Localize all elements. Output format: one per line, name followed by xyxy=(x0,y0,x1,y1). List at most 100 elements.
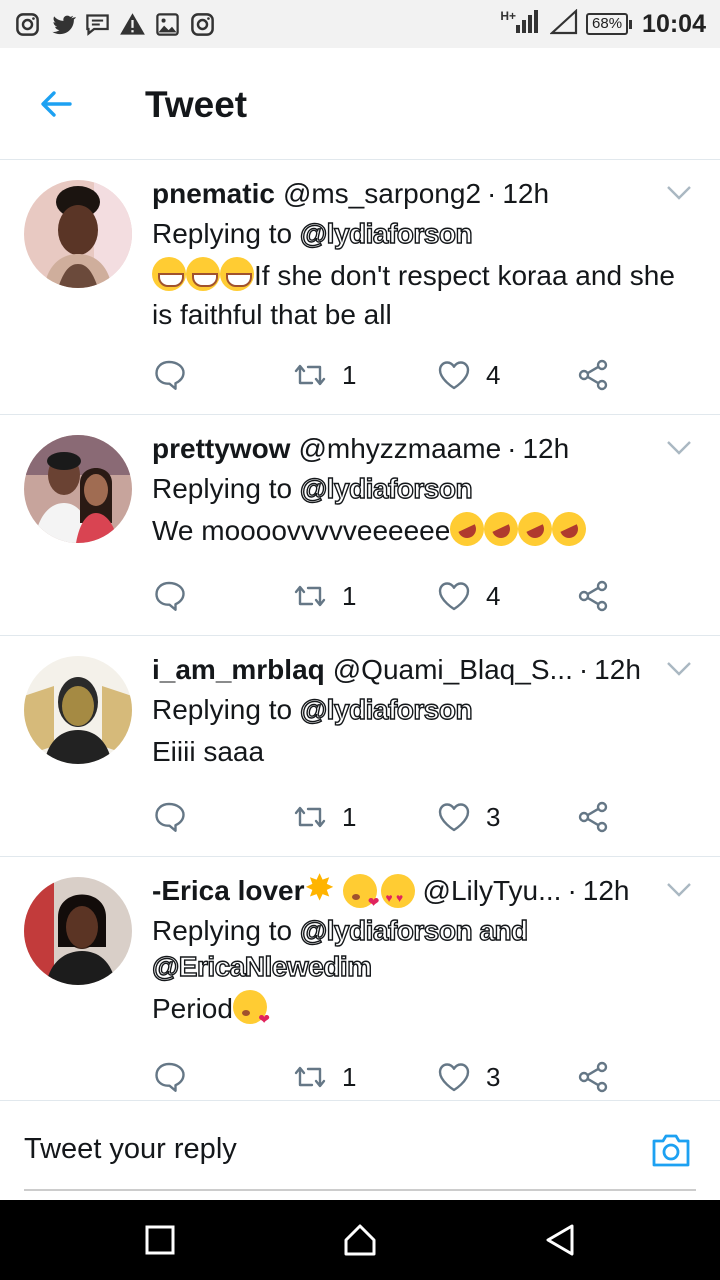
mention-link[interactable]: @lydiaforson xyxy=(299,472,473,504)
instagram-icon xyxy=(14,11,41,38)
reply-icon xyxy=(155,360,185,390)
tweet-body: We moooovvvvveeeeee xyxy=(152,515,451,546)
retweet-count: 1 xyxy=(342,580,357,611)
reply-bar: Tweet your reply xyxy=(0,1100,720,1200)
retweet-icon xyxy=(294,1066,326,1088)
heart-icon xyxy=(438,361,470,390)
like-count: 3 xyxy=(486,801,501,832)
reply-icon xyxy=(155,802,185,832)
share-icon xyxy=(578,1061,608,1093)
tweet-text: We moooovvvvveeeeee xyxy=(152,506,696,552)
tweet[interactable]: prettywow @mhyzzmaame · 12h Replying to … xyxy=(0,415,720,636)
tweet-body: Period xyxy=(152,993,233,1024)
retweet-button[interactable]: 1 xyxy=(292,578,356,614)
like-button[interactable]: 4 xyxy=(436,578,500,614)
share-button[interactable] xyxy=(576,1059,612,1095)
author-name[interactable]: -Erica lover xyxy=(152,873,305,909)
image-icon xyxy=(154,11,181,38)
camera-icon[interactable] xyxy=(650,1131,692,1169)
retweet-button[interactable]: 1 xyxy=(292,357,356,393)
heart-icon xyxy=(438,582,470,611)
author-handle[interactable]: @LilyTyu... xyxy=(423,873,562,909)
replying-prefix: Replying to xyxy=(152,218,293,249)
signal-icon xyxy=(514,9,542,40)
retweet-button[interactable]: 1 xyxy=(292,1059,356,1095)
replying-prefix: Replying to xyxy=(152,473,293,504)
heart-icon xyxy=(438,803,470,832)
reply-button[interactable] xyxy=(152,357,188,393)
network-type: H+ xyxy=(500,9,517,23)
share-button[interactable] xyxy=(576,799,612,835)
reply-feed[interactable]: pnematic @ms_sarpong2 · 12h Replying to … xyxy=(0,160,720,1100)
grin-emoji-icon xyxy=(220,257,254,291)
avatar[interactable] xyxy=(24,180,132,288)
tweet-body: Eiiii saaa xyxy=(152,736,265,767)
tweet-text: If she don't respect koraa and she is fa… xyxy=(152,256,696,334)
retweet-count: 1 xyxy=(342,1061,357,1092)
like-count: 4 xyxy=(486,580,501,611)
share-button[interactable] xyxy=(576,578,612,614)
tweet[interactable]: pnematic @ms_sarpong2 · 12h Replying to … xyxy=(0,160,720,415)
tweet-time: 12h xyxy=(522,433,570,464)
message-icon xyxy=(84,11,111,38)
author-handle[interactable]: @ms_sarpong2 xyxy=(283,176,481,212)
chevron-down-icon[interactable] xyxy=(666,184,692,202)
author-name[interactable]: prettywow xyxy=(152,431,290,467)
star-emoji-icon xyxy=(305,870,339,908)
mention-link[interactable]: @lydiaforson xyxy=(299,217,473,249)
retweet-icon xyxy=(294,806,326,828)
tweet-actions: 1 3 xyxy=(152,797,696,837)
tweet-actions: 1 4 xyxy=(152,576,696,616)
signal-empty-icon xyxy=(549,7,578,40)
separator-dot: · xyxy=(507,433,517,464)
like-button[interactable]: 3 xyxy=(436,1059,500,1095)
avatar[interactable] xyxy=(24,435,132,543)
back-arrow-icon[interactable] xyxy=(36,84,76,124)
reply-button[interactable] xyxy=(152,1059,188,1095)
retweet-count: 1 xyxy=(342,801,357,832)
avatar[interactable] xyxy=(24,877,132,985)
mention-link[interactable]: @EricaNlewedim xyxy=(151,950,372,982)
retweet-button[interactable]: 1 xyxy=(292,799,356,835)
replying-to: Replying to @lydiaforson xyxy=(152,216,696,252)
author-handle[interactable]: @mhyzzmaame xyxy=(298,431,501,467)
share-icon xyxy=(578,801,608,833)
twitter-icon xyxy=(49,11,76,38)
tweet[interactable]: -Erica lover @LilyTyu... · 12h Replying … xyxy=(0,857,720,1100)
tweet-time: 12h xyxy=(582,875,630,906)
author-handle[interactable]: @Quami_Blaq_S... xyxy=(333,652,573,688)
mention-link[interactable]: @lydiaforson and xyxy=(299,914,529,946)
chevron-down-icon[interactable] xyxy=(666,439,692,457)
tweet[interactable]: i_am_mrblaq @Quami_Blaq_S... · 12h Reply… xyxy=(0,636,720,857)
avatar[interactable] xyxy=(24,656,132,764)
page-title: Tweet xyxy=(145,84,248,125)
tweet-time: 12h xyxy=(594,654,641,685)
tweet-time: 12h xyxy=(502,178,550,209)
like-button[interactable]: 4 xyxy=(436,357,500,393)
recents-button[interactable] xyxy=(140,1220,180,1260)
author-name[interactable]: pnematic xyxy=(152,176,275,212)
instagram-icon xyxy=(189,11,216,38)
like-count: 4 xyxy=(486,359,501,390)
chevron-down-icon[interactable] xyxy=(666,881,692,899)
share-button[interactable] xyxy=(576,357,612,393)
back-button[interactable] xyxy=(540,1220,580,1260)
reply-button[interactable] xyxy=(152,799,188,835)
reply-button[interactable] xyxy=(152,578,188,614)
author-name[interactable]: i_am_mrblaq xyxy=(152,652,325,688)
reply-input[interactable]: Tweet your reply xyxy=(24,1101,696,1191)
like-count: 3 xyxy=(486,1061,501,1092)
home-button[interactable] xyxy=(340,1220,380,1260)
mention-link[interactable]: @lydiaforson xyxy=(299,693,473,725)
kiss-emoji-icon xyxy=(232,990,270,1039)
tweet-actions: 1 3 xyxy=(152,1057,696,1097)
system-nav-bar xyxy=(0,1200,720,1280)
page-header: Tweet xyxy=(0,48,720,160)
replying-to: Replying to @lydiaforson xyxy=(152,692,696,728)
replying-to: Replying to @lydiaforson xyxy=(152,471,696,507)
rofl-emoji-icon xyxy=(546,506,592,552)
chevron-down-icon[interactable] xyxy=(666,660,692,678)
separator-dot: · xyxy=(487,178,497,209)
like-button[interactable]: 3 xyxy=(436,799,500,835)
retweet-icon xyxy=(294,585,326,607)
